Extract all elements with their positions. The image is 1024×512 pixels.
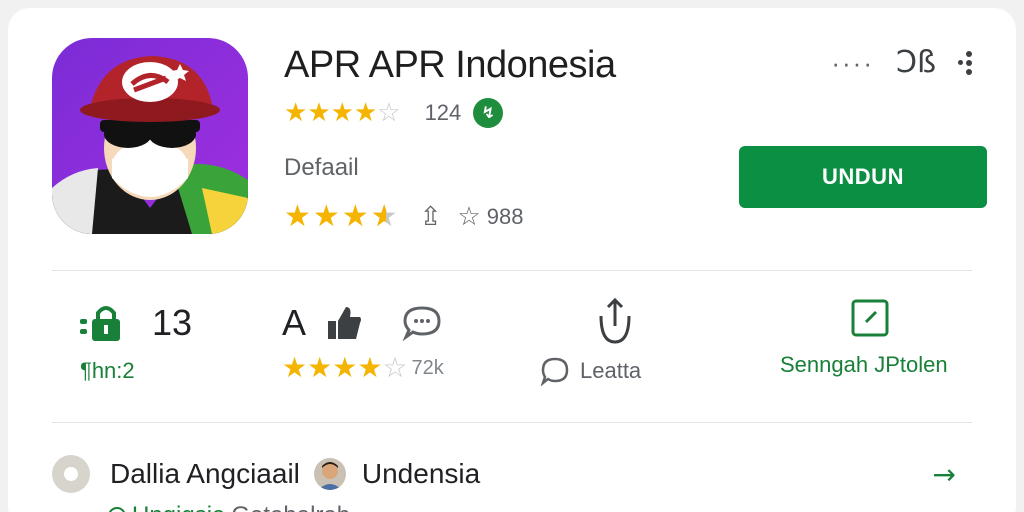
- developer-country: Undensia: [361, 458, 481, 489]
- app-category[interactable]: Defaail: [284, 154, 359, 182]
- rating-letter: A: [282, 302, 307, 343]
- star-icon: ★: [307, 98, 331, 128]
- reviews-stat: Leatta: [540, 298, 700, 386]
- developer-row[interactable]: Dallia Angciaail Undensia →: [52, 454, 956, 494]
- rating-detail: ★ ★ ★ ★ ⇫ ☆ 988: [284, 199, 524, 234]
- partial-text: Getabalrab: [231, 502, 350, 512]
- rating-stat: A ★ ★ ★ ★ ☆ 72k: [282, 302, 444, 382]
- downloads-label: ¶hn:2: [80, 358, 135, 383]
- badge-icon[interactable]: [850, 298, 890, 338]
- thumbs-up-icon[interactable]: ⇫: [420, 202, 442, 232]
- star-icon: ★: [284, 199, 311, 234]
- rating-count: 124: [424, 100, 462, 125]
- download-arrow-icon[interactable]: [597, 298, 633, 344]
- editors-choice-stat: Senngah JPtolen: [780, 298, 980, 378]
- secondary-star-rating: ★ ★ ★ ★ ☆ 72k: [282, 354, 444, 382]
- star-outline-icon: ☆: [382, 351, 408, 384]
- thumbs-up-icon[interactable]: [326, 305, 362, 341]
- star-icon: ★: [282, 351, 308, 384]
- share-icon[interactable]: Ɔß: [896, 48, 936, 78]
- arrow-right-icon[interactable]: →: [933, 458, 956, 491]
- top-actions: ···· Ɔß: [831, 48, 972, 78]
- downloads-value: 13: [152, 302, 193, 343]
- divider: [52, 422, 972, 423]
- info-icon: [108, 507, 126, 512]
- star-icon: ★: [357, 351, 383, 384]
- app-title: APR APR Indonesia: [284, 44, 616, 86]
- app-avatar-icon[interactable]: [52, 38, 248, 234]
- partial-link[interactable]: Ungigsia: [132, 502, 225, 512]
- editors-choice-label[interactable]: Senngah JPtolen: [780, 352, 980, 378]
- reviews-label: Leatta: [580, 358, 642, 383]
- star-icon: ★: [307, 351, 333, 384]
- divider: [52, 270, 972, 271]
- more-vertical-icon[interactable]: [958, 51, 972, 75]
- install-button[interactable]: UNDUN: [739, 146, 987, 208]
- more-horizontal-icon[interactable]: ····: [831, 50, 874, 76]
- chat-bubble-icon[interactable]: [402, 305, 442, 341]
- half-star-icon: ★: [371, 202, 398, 233]
- rating-summary: ★ ★ ★ ★ ☆ 124 ↯: [284, 98, 504, 128]
- downloads-stat: 13 ¶hn:2: [80, 302, 192, 384]
- star-outline-icon: ☆: [377, 98, 401, 128]
- comment-icon: [540, 357, 569, 386]
- star-icon: ★: [312, 199, 340, 234]
- partial-row: Ungigsia Getabalrab: [108, 502, 350, 512]
- developer-avatar: [313, 458, 346, 490]
- developer-name: Dallia Angciaail: [110, 458, 300, 489]
- verified-badge-icon: ↯: [473, 98, 504, 128]
- app-details-card: APR APR Indonesia ···· Ɔß ★ ★ ★ ★ ☆ 124 …: [8, 8, 1016, 512]
- star-rating: ★ ★ ★ ★ ☆: [284, 100, 401, 126]
- star-icon: ★: [353, 98, 378, 128]
- developer-dot-icon: [52, 455, 90, 493]
- star-icon: ★: [341, 199, 369, 234]
- review-count: 72k: [411, 356, 444, 379]
- star-outline-icon[interactable]: ☆: [457, 202, 480, 232]
- star-icon: ★: [330, 98, 354, 128]
- rating-count-secondary: 988: [486, 204, 524, 229]
- star-icon: ★: [284, 98, 308, 128]
- lock-icon: [80, 306, 120, 341]
- star-icon: ★: [332, 351, 358, 384]
